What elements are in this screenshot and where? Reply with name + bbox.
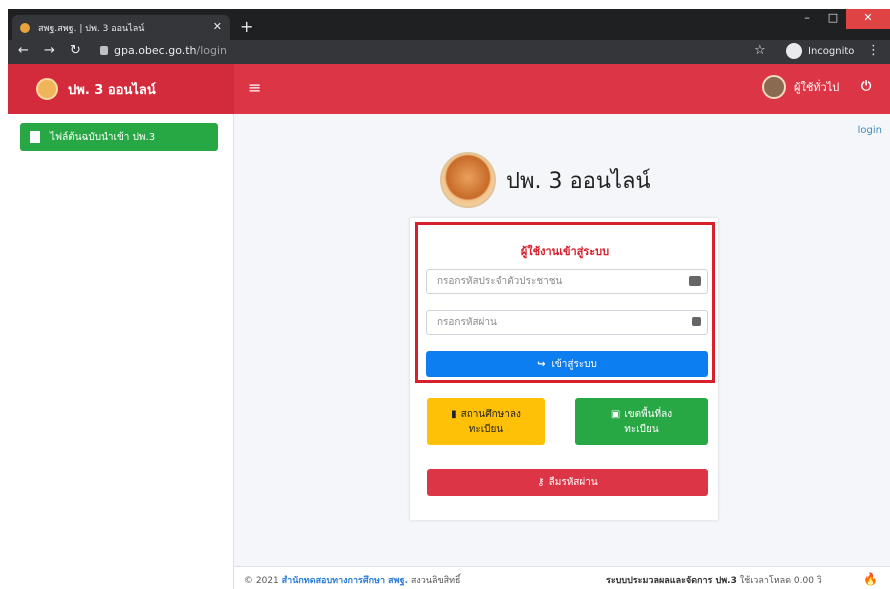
lock-icon xyxy=(692,317,701,326)
key-icon: ⚷ xyxy=(537,477,545,488)
citizen-id-input[interactable]: กรอกรหัสประจำตัวประชาชน xyxy=(426,269,708,294)
brand-text: ปพ. 3 ออนไลน์ xyxy=(68,82,156,98)
bookmark-star-icon[interactable]: ☆ xyxy=(754,43,766,58)
login-button[interactable]: ↪ เข้าสู่ระบบ xyxy=(426,351,708,377)
school-register-line1: สถานศึกษาลง xyxy=(460,409,521,420)
power-icon[interactable]: ⏻ xyxy=(861,79,871,94)
address-bar[interactable]: gpa.obec.go.th/login xyxy=(100,42,227,60)
school-icon: ▮ xyxy=(451,409,457,420)
password-input[interactable]: กรอกรหัสผ่าน xyxy=(426,310,708,335)
top-navbar: ปพ. 3 ออนไลน์ ≡ ผู้ใช้ทั่วไป ⏻ xyxy=(8,64,890,114)
sidebar-item-label: ไฟล์ต้นฉบับนำเข้า ปพ.3 xyxy=(50,131,156,143)
tab-bar: สพฐ.สพฐ. | ปพ. 3 ออนไลน์ ✕ + – □ ✕ xyxy=(8,9,890,40)
id-card-icon xyxy=(689,276,701,286)
file-icon xyxy=(30,131,40,143)
sidebar: ไฟล์ต้นฉบับนำเข้า ปพ.3 xyxy=(8,114,234,589)
footer-system-label: ระบบประมวลผลและจัดการ ปพ.3 xyxy=(606,576,737,586)
login-card: ผู้ใช้งานเข้าสู่ระบบ กรอกรหัสประจำตัวประ… xyxy=(410,218,718,520)
maximize-icon[interactable]: □ xyxy=(820,9,846,29)
brand-link[interactable]: ปพ. 3 ออนไลน์ xyxy=(8,64,234,114)
user-label: ผู้ใช้ทั่วไป xyxy=(794,81,840,94)
footer-year: © 2021 xyxy=(244,576,279,586)
url-domain: gpa.obec.go.th xyxy=(114,44,197,57)
main-content: login ปพ. 3 ออนไลน์ ผู้ใช้งานเข้าสู่ระบบ… xyxy=(234,114,890,589)
window-controls: – □ ✕ xyxy=(794,9,890,29)
incognito-label: Incognito xyxy=(808,45,855,57)
menu-toggle-icon[interactable]: ≡ xyxy=(248,78,261,97)
browser-window: สพฐ.สพฐ. | ปพ. 3 ออนไลน์ ✕ + – □ ✕ ← → ↻… xyxy=(8,9,890,589)
forward-icon[interactable]: → xyxy=(44,43,55,58)
web-page: ปพ. 3 ออนไลน์ ≡ ผู้ใช้ทั่วไป ⏻ ไฟล์ต้นฉบ… xyxy=(8,64,890,589)
screenshot-frame: สพฐ.สพฐ. | ปพ. 3 ออนไลน์ ✕ + – □ ✕ ← → ↻… xyxy=(0,0,890,589)
user-menu[interactable]: ผู้ใช้ทั่วไป xyxy=(762,75,839,99)
browser-menu-icon[interactable]: ⋮ xyxy=(867,43,880,58)
obec-seal-logo-icon xyxy=(440,152,496,208)
area-register-line2: ทะเบียน xyxy=(624,424,659,435)
lock-icon xyxy=(100,46,108,55)
browser-tab[interactable]: สพฐ.สพฐ. | ปพ. 3 ออนไลน์ ✕ xyxy=(12,15,230,40)
school-register-button[interactable]: ▮ สถานศึกษาลง ทะเบียน xyxy=(427,398,545,445)
building-icon: ▣ xyxy=(610,409,621,420)
fire-icon[interactable]: 🔥 xyxy=(863,572,878,586)
footer-org-link[interactable]: สำนักทดสอบทางการศึกษา สพฐ. xyxy=(282,576,408,586)
sign-in-icon: ↪ xyxy=(537,358,546,370)
footer-system-info: ระบบประมวลผลและจัดการ ปพ.3 ใช้เวลาโหลด 0… xyxy=(606,573,822,587)
school-register-line2: ทะเบียน xyxy=(468,424,504,435)
back-icon[interactable]: ← xyxy=(18,43,29,58)
avatar xyxy=(762,75,786,99)
reload-icon[interactable]: ↻ xyxy=(70,43,81,58)
area-register-line1: เขตพื้นที่ลง xyxy=(624,409,673,420)
window-close-icon[interactable]: ✕ xyxy=(846,9,890,29)
browser-toolbar: ← → ↻ gpa.obec.go.th/login ☆ Incognito ⋮ xyxy=(8,40,890,64)
footer-load-time: ใช้เวลาโหลด 0.00 วิ xyxy=(739,576,822,586)
login-link[interactable]: login xyxy=(858,125,882,136)
footer-rights: สงวนลิขสิทธิ์ xyxy=(410,576,461,586)
area-register-button[interactable]: ▣ เขตพื้นที่ลง ทะเบียน xyxy=(575,398,708,445)
forgot-password-button[interactable]: ⚷ ลืมรหัสผ่าน xyxy=(427,469,708,496)
minimize-icon[interactable]: – xyxy=(794,9,820,29)
login-header: ผู้ใช้งานเข้าสู่ระบบ xyxy=(520,245,610,258)
password-placeholder: กรอกรหัสผ่าน xyxy=(437,317,497,328)
page-title: ปพ. 3 ออนไลน์ xyxy=(506,168,651,194)
sidebar-item-import-file[interactable]: ไฟล์ต้นฉบับนำเข้า ปพ.3 xyxy=(20,123,218,151)
new-tab-button[interactable]: + xyxy=(240,17,253,36)
app-title-block: ปพ. 3 ออนไลน์ xyxy=(440,152,651,208)
brand-logo-icon xyxy=(36,78,58,100)
login-button-label: เข้าสู่ระบบ xyxy=(551,358,597,370)
login-form: ผู้ใช้งานเข้าสู่ระบบ กรอกรหัสประจำตัวประ… xyxy=(415,222,715,383)
footer: © 2021 สำนักทดสอบทางการศึกษา สพฐ. สงวนลิ… xyxy=(234,566,890,589)
top-strip xyxy=(0,0,890,9)
tab-title: สพฐ.สพฐ. | ปพ. 3 ออนไลน์ xyxy=(38,23,145,34)
incognito-icon xyxy=(786,43,802,59)
footer-copyright: © 2021 สำนักทดสอบทางการศึกษา สพฐ. สงวนลิ… xyxy=(244,573,461,587)
incognito-indicator[interactable]: Incognito xyxy=(786,43,854,59)
site-favicon-icon xyxy=(20,22,30,33)
url-path: /login xyxy=(196,44,228,57)
citizen-id-placeholder: กรอกรหัสประจำตัวประชาชน xyxy=(437,276,563,287)
forgot-password-label: ลืมรหัสผ่าน xyxy=(548,477,598,488)
tab-close-icon[interactable]: ✕ xyxy=(213,20,222,33)
